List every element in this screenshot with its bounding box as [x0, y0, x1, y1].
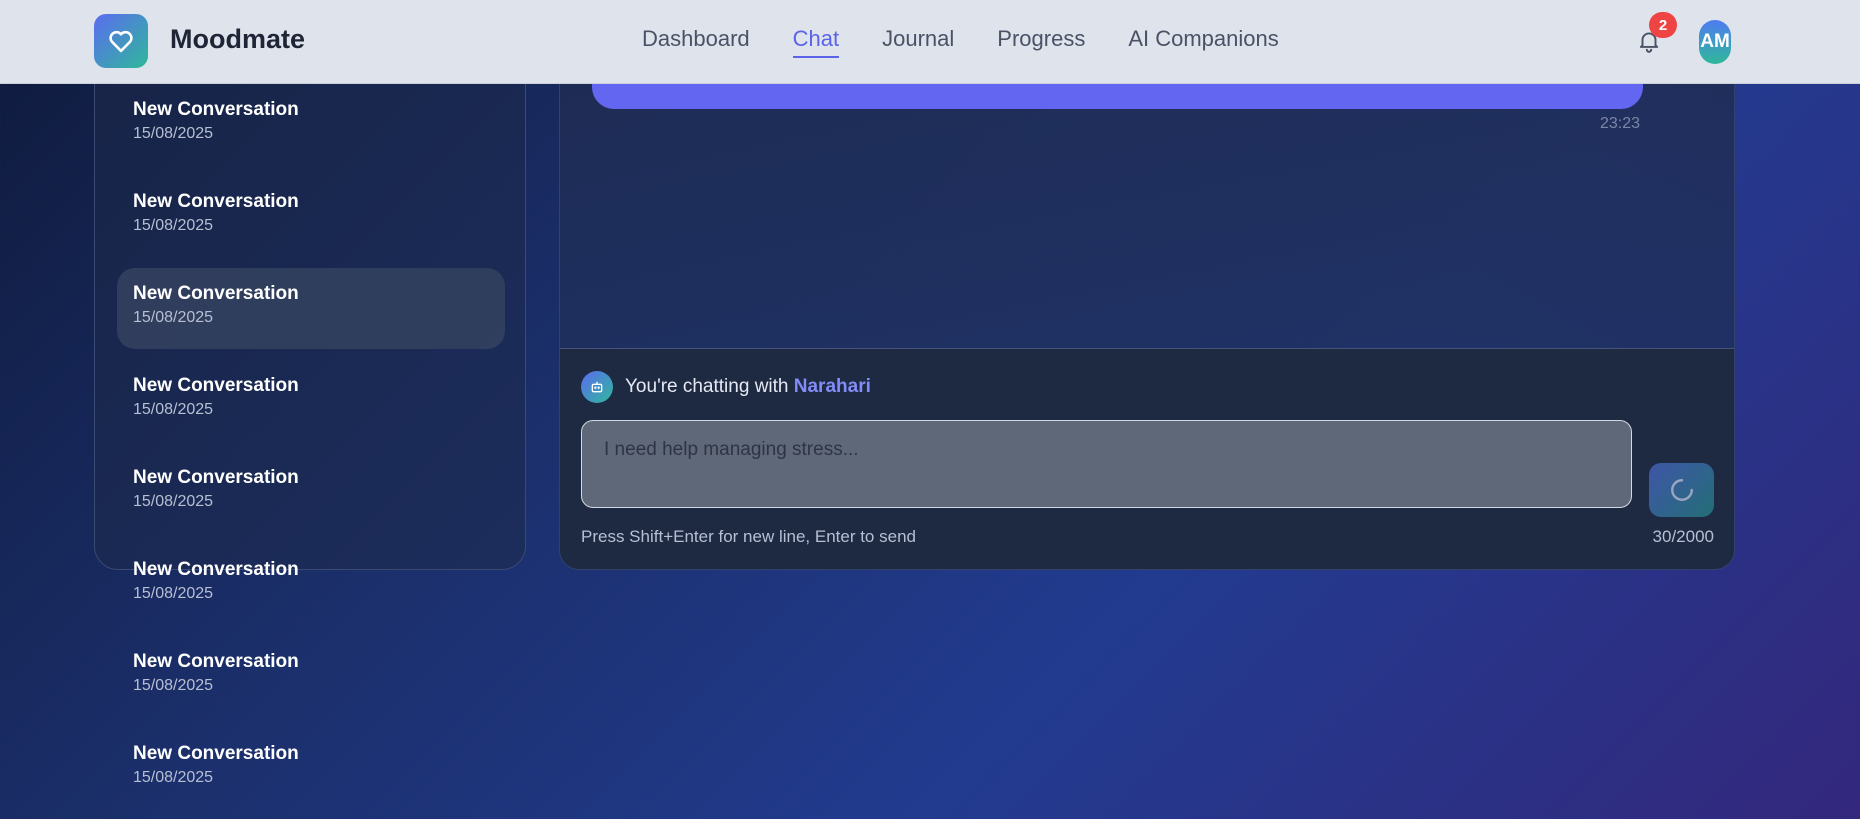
conversation-item[interactable]: New Conversation 15/08/2025	[117, 636, 505, 717]
conversation-date: 15/08/2025	[133, 769, 214, 786]
chat-panel: 23:23 You're chatting with Narahari I ne…	[559, 40, 1735, 570]
app-logo[interactable]	[94, 14, 148, 68]
loading-spinner-icon	[1670, 479, 1693, 501]
conversation-date: 15/08/2025	[133, 309, 214, 326]
conversation-date: 15/08/2025	[133, 677, 214, 694]
conversation-item[interactable]: New Conversation 15/08/2025	[117, 544, 505, 625]
conversation-title: New Conversation	[133, 651, 299, 672]
companion-label: You're chatting with Narahari	[625, 376, 871, 398]
nav-dashboard[interactable]: Dashboard	[642, 26, 750, 58]
character-counter: 30/2000	[1652, 527, 1714, 546]
user-avatar[interactable]: AM	[1699, 20, 1731, 64]
companion-avatar	[581, 371, 613, 403]
nav-journal[interactable]: Journal	[882, 26, 954, 58]
nav-chat[interactable]: Chat	[792, 26, 840, 58]
robot-icon	[591, 381, 603, 393]
conversation-title: New Conversation	[133, 191, 299, 212]
conversation-date: 15/08/2025	[133, 493, 214, 510]
notification-badge: 2	[1649, 12, 1677, 38]
message-timestamp: 23:23	[1600, 115, 1641, 132]
conversation-date: 15/08/2025	[133, 125, 214, 142]
nav-ai-companions[interactable]: AI Companions	[1128, 26, 1278, 58]
message-input[interactable]: I need help managing stress...	[581, 420, 1632, 508]
top-navigation-bar: Moodmate Dashboard Chat Journal Progress…	[0, 0, 1860, 84]
conversation-item[interactable]: New Conversation 15/08/2025	[117, 728, 505, 809]
conversation-item[interactable]: New Conversation 15/08/2025	[117, 176, 505, 257]
send-button[interactable]	[1649, 463, 1714, 517]
main-nav: Dashboard Chat Journal Progress AI Compa…	[642, 26, 1322, 58]
conversation-date: 15/08/2025	[133, 217, 214, 234]
app-name: Moodmate	[170, 24, 305, 54]
conversation-date: 15/08/2025	[133, 401, 214, 418]
keyboard-hint: Press Shift+Enter for new line, Enter to…	[581, 527, 916, 546]
message-composer: You're chatting with Narahari I need hel…	[560, 348, 1734, 569]
companion-name[interactable]: Narahari	[794, 376, 871, 397]
conversation-list: New Conversation 15/08/2025 New Conversa…	[117, 84, 505, 819]
conversation-date: 15/08/2025	[133, 585, 214, 602]
conversation-title: New Conversation	[133, 283, 299, 304]
nav-progress[interactable]: Progress	[997, 26, 1085, 58]
conversation-item[interactable]: New Conversation 15/08/2025	[117, 360, 505, 441]
companion-prefix: You're chatting with	[625, 376, 789, 397]
conversation-item[interactable]: New Conversation 15/08/2025	[117, 84, 505, 165]
heart-icon	[109, 30, 133, 53]
conversation-title: New Conversation	[133, 467, 299, 488]
conversation-title: New Conversation	[133, 99, 299, 120]
conversation-item-selected[interactable]: New Conversation 15/08/2025	[117, 268, 505, 349]
conversation-title: New Conversation	[133, 375, 299, 396]
conversation-title: New Conversation	[133, 743, 299, 764]
conversation-item[interactable]: New Conversation 15/08/2025	[117, 452, 505, 533]
conversation-title: New Conversation	[133, 559, 299, 580]
